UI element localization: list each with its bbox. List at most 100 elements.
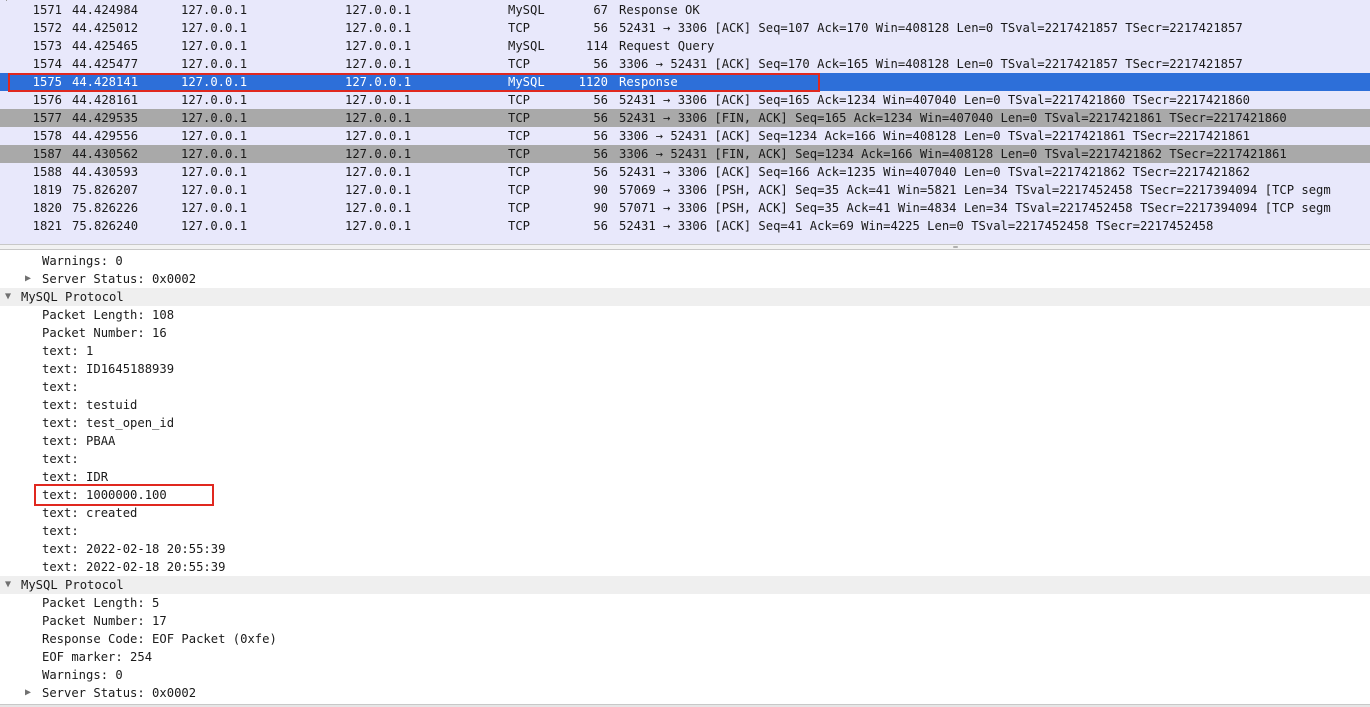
tree-item[interactable]: Packet Number: 16	[0, 324, 1370, 342]
packet-row[interactable]: 1572 44.425012 127.0.0.1 127.0.0.1 TCP 56 5243…	[0, 19, 1370, 37]
packet-protocol: MySQL	[508, 39, 545, 53]
packet-info: 52431 → 3306 [FIN, ACK] Seq=165 Ack=1234…	[619, 111, 1287, 125]
tree-item-text: Warnings: 0	[42, 254, 123, 268]
packet-protocol: TCP	[508, 219, 531, 233]
packet-destination: 127.0.0.1	[345, 21, 412, 35]
packet-time: 44.428161	[72, 93, 139, 107]
packet-info: 52431 → 3306 [ACK] Seq=165 Ack=1234 Win=…	[619, 93, 1251, 107]
tree-item[interactable]: Warnings: 0	[0, 252, 1370, 270]
packet-info: 52431 → 3306 [ACK] Seq=107 Ack=170 Win=4…	[619, 21, 1243, 35]
tree-item[interactable]: text: testuid	[0, 396, 1370, 414]
packet-protocol: TCP	[508, 57, 531, 71]
packet-row[interactable]: 1571 44.424984 127.0.0.1 127.0.0.1 MySQL 67 Re…	[0, 1, 1370, 19]
triangle-right-icon[interactable]: ▶	[23, 270, 33, 288]
tree-item[interactable]: text:	[0, 378, 1370, 396]
tree-item[interactable]: text: ID1645188939	[0, 360, 1370, 378]
packet-row[interactable]: 1578 44.429556 127.0.0.1 127.0.0.1 TCP 56 3306…	[0, 127, 1370, 145]
packet-time: 75.826226	[72, 201, 139, 215]
packet-row[interactable]: 1574 44.425477 127.0.0.1 127.0.0.1 TCP 56 3306…	[0, 55, 1370, 73]
packet-length: 114	[585, 39, 608, 53]
triangle-down-icon[interactable]: ▼	[3, 288, 13, 306]
packet-protocol: TCP	[508, 183, 531, 197]
tree-item-text: Packet Number: 17	[42, 614, 167, 628]
packet-length: 56	[593, 147, 608, 161]
tree-item[interactable]: ▶ Server Status: 0x0002	[0, 684, 1370, 702]
packet-destination: 127.0.0.1	[345, 201, 412, 215]
packet-info: 57069 → 3306 [PSH, ACK] Seq=35 Ack=41 Wi…	[619, 183, 1331, 197]
tree-item[interactable]: text: 2022-02-18 20:55:39	[0, 558, 1370, 576]
packet-length: 90	[593, 183, 608, 197]
tree-item-text: MySQL Protocol	[21, 578, 124, 592]
packet-info: Response OK	[619, 3, 700, 17]
protocol-tree-header[interactable]: ▼ MySQL Protocol	[0, 576, 1370, 594]
triangle-down-icon[interactable]: ▼	[3, 576, 13, 594]
triangle-right-icon[interactable]: ▶	[23, 684, 33, 702]
pane-splitter[interactable]	[0, 244, 1370, 250]
packet-row[interactable]: 1587 44.430562 127.0.0.1 127.0.0.1 TCP 56 3306…	[0, 145, 1370, 163]
splitter-handle[interactable]	[953, 246, 958, 248]
packet-length: 56	[593, 57, 608, 71]
tree-item[interactable]: text:	[0, 450, 1370, 468]
packet-list[interactable]: 1571 44.424984 127.0.0.1 127.0.0.1 MySQL 67 Re…	[0, 0, 1370, 244]
tree-item-text: text: 1	[42, 344, 94, 358]
tree-item-text: text: testuid	[42, 398, 138, 412]
tree-item-text: text:	[42, 452, 79, 466]
tree-item[interactable]: text: test_open_id	[0, 414, 1370, 432]
packet-number: 1821	[32, 219, 62, 233]
tree-item[interactable]: EOF marker: 254	[0, 648, 1370, 666]
packet-number: 1572	[32, 21, 62, 35]
packet-destination: 127.0.0.1	[345, 219, 412, 233]
tree-item[interactable]: text: 2022-02-18 20:55:39	[0, 540, 1370, 558]
packet-source: 127.0.0.1	[181, 93, 248, 107]
tree-item-text: Server Status: 0x0002	[42, 272, 197, 286]
tree-item-text: Warnings: 0	[42, 668, 123, 682]
packet-destination: 127.0.0.1	[345, 129, 412, 143]
selected-row-annotation-box	[8, 73, 820, 92]
packet-number: 1588	[32, 165, 62, 179]
tree-item[interactable]: text: PBAA	[0, 432, 1370, 450]
packet-length: 90	[593, 201, 608, 215]
tree-item[interactable]: text: created	[0, 504, 1370, 522]
packet-length: 67	[593, 3, 608, 17]
tree-item[interactable]: Response Code: EOF Packet (0xfe)	[0, 630, 1370, 648]
tree-item-text: Packet Length: 5	[42, 596, 160, 610]
tree-item[interactable]: ▶ Server Status: 0x0002	[0, 270, 1370, 288]
packet-row[interactable]: 1573 44.425465 127.0.0.1 127.0.0.1 MySQL 114 R…	[0, 37, 1370, 55]
packet-row[interactable]: 1588 44.430593 127.0.0.1 127.0.0.1 TCP 56 5243…	[0, 163, 1370, 181]
tree-item[interactable]: text: 1	[0, 342, 1370, 360]
tree-item[interactable]: Packet Length: 108	[0, 306, 1370, 324]
tree-item[interactable]: Packet Length: 5	[0, 594, 1370, 612]
packet-details-tree[interactable]: Warnings: 0 ▶ Server Status: 0x0002 ▼ MySQL …	[0, 252, 1370, 704]
packet-time: 44.425465	[72, 39, 139, 53]
packet-time: 44.425477	[72, 57, 139, 71]
packet-protocol: TCP	[508, 129, 531, 143]
packet-row[interactable]: 1820 75.826226 127.0.0.1 127.0.0.1 TCP 90 5707…	[0, 199, 1370, 217]
packet-row[interactable]: 1577 44.429535 127.0.0.1 127.0.0.1 TCP 56 5243…	[0, 109, 1370, 127]
tree-item[interactable]: Packet Number: 17	[0, 612, 1370, 630]
packet-row[interactable]: 1576 44.428161 127.0.0.1 127.0.0.1 TCP 56 5243…	[0, 91, 1370, 109]
wireshark-window: 1571 44.424984 127.0.0.1 127.0.0.1 MySQL 67 Re…	[0, 0, 1370, 707]
tree-item[interactable]: Warnings: 0	[0, 666, 1370, 684]
packet-protocol: TCP	[508, 147, 531, 161]
packet-time: 75.826207	[72, 183, 139, 197]
packet-protocol: TCP	[508, 93, 531, 107]
packet-protocol: MySQL	[508, 3, 545, 17]
tree-item-text: EOF marker: 254	[42, 650, 153, 664]
packet-row[interactable]: 1819 75.826207 127.0.0.1 127.0.0.1 TCP 90 5706…	[0, 181, 1370, 199]
packet-source: 127.0.0.1	[181, 57, 248, 71]
tree-item-text: text:	[42, 524, 79, 538]
packet-destination: 127.0.0.1	[345, 165, 412, 179]
packet-number: 1578	[32, 129, 62, 143]
packet-length: 56	[593, 219, 608, 233]
packet-source: 127.0.0.1	[181, 39, 248, 53]
packet-info: 3306 → 52431 [FIN, ACK] Seq=1234 Ack=166…	[619, 147, 1287, 161]
packet-number: 1587	[32, 147, 62, 161]
tree-item[interactable]: text:	[0, 522, 1370, 540]
packet-protocol: TCP	[508, 165, 531, 179]
packet-protocol: TCP	[508, 21, 531, 35]
packet-info: 52431 → 3306 [ACK] Seq=166 Ack=1235 Win=…	[619, 165, 1251, 179]
tree-item-text: Packet Number: 16	[42, 326, 167, 340]
packet-time: 44.430562	[72, 147, 139, 161]
protocol-tree-header[interactable]: ▼ MySQL Protocol	[0, 288, 1370, 306]
packet-row[interactable]: 1821 75.826240 127.0.0.1 127.0.0.1 TCP 56 5243…	[0, 217, 1370, 235]
